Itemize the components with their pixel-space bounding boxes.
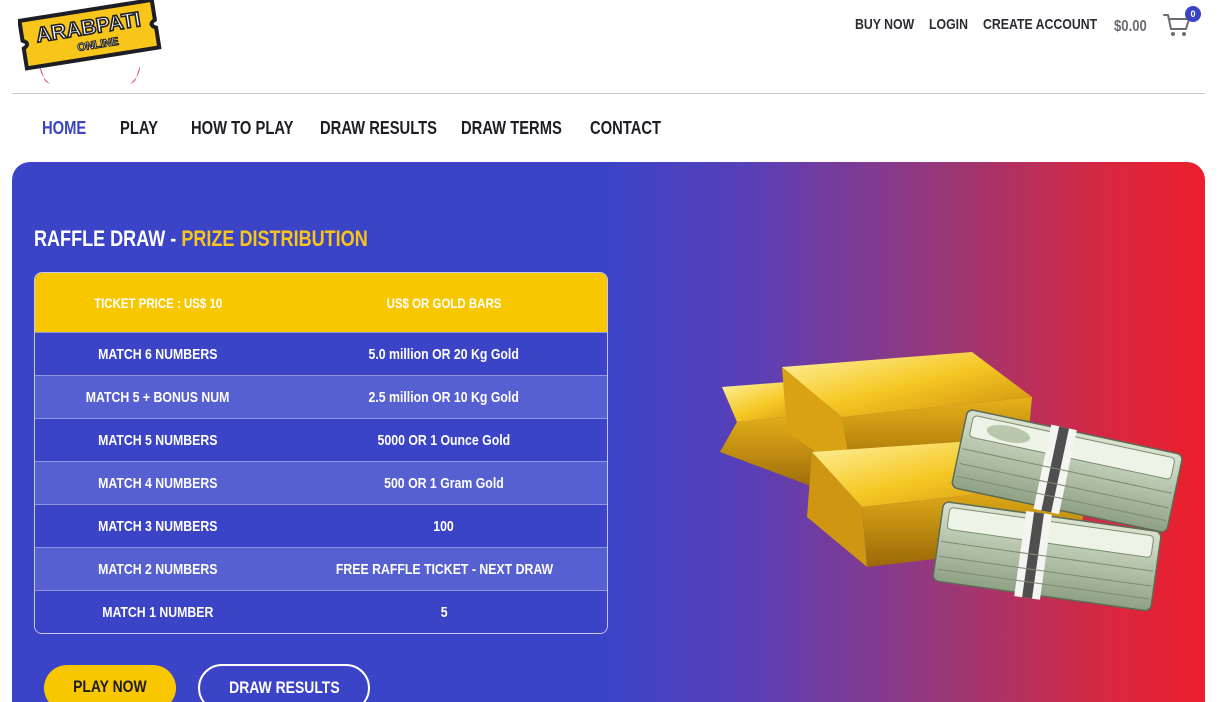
table-header-cell: TICKET PRICE : US$ 10: [93, 294, 223, 311]
table-row: MATCH 4 NUMBERS 500 OR 1 Gram Gold: [35, 461, 607, 504]
table-header-row: TICKET PRICE : US$ 10 US$ OR GOLD BARS: [35, 273, 607, 332]
hero-banner: RAFFLE DRAW - PRIZE DISTRIBUTION TICKET …: [12, 162, 1205, 702]
table-cell-prize: 100: [433, 517, 455, 535]
draw-results-label: DRAW RESULTS: [228, 678, 340, 697]
nav-play-label: PLAY: [120, 118, 159, 138]
table-row: MATCH 1 NUMBER 5: [35, 590, 607, 633]
main-nav: HOME PLAY HOW TO PLAY DRAW RESULTS DRAW …: [0, 118, 1220, 142]
top-nav: BUY NOW LOGIN CREATE ACCOUNT: [0, 16, 1220, 38]
nav-contact-label: CONTACT: [590, 118, 662, 138]
gold-bars-and-cash-illustration: [720, 352, 1183, 612]
nav-home-label: HOME: [42, 118, 87, 138]
header-divider: [12, 93, 1205, 94]
login-link[interactable]: LOGIN: [929, 16, 977, 33]
hero-title: RAFFLE DRAW - PRIZE DISTRIBUTION: [34, 226, 441, 252]
table-cell-match: MATCH 5 + BONUS NUM: [86, 388, 230, 406]
nav-draw-terms[interactable]: DRAW TERMS: [461, 118, 584, 139]
table-cell-prize: 5000 OR 1 Ounce Gold: [377, 431, 511, 449]
buy-now-label: BUY NOW: [855, 16, 915, 33]
cart-count-badge: 0: [1185, 6, 1201, 22]
hero-title-prefix: RAFFLE DRAW -: [34, 226, 182, 251]
table-cell-match: MATCH 1 NUMBER: [102, 603, 214, 621]
table-row: MATCH 5 + BONUS NUM 2.5 million OR 10 Kg…: [35, 375, 607, 418]
nav-home[interactable]: HOME: [42, 118, 96, 139]
nav-draw-terms-label: DRAW TERMS: [461, 118, 562, 138]
table-row: MATCH 5 NUMBERS 5000 OR 1 Ounce Gold: [35, 418, 607, 461]
nav-how-to-play-label: HOW TO PLAY: [191, 118, 294, 138]
login-label: LOGIN: [929, 16, 968, 33]
prize-distribution-table: TICKET PRICE : US$ 10 US$ OR GOLD BARS M…: [34, 272, 608, 634]
nav-play[interactable]: PLAY: [120, 118, 166, 139]
table-cell-match: MATCH 5 NUMBERS: [98, 431, 218, 449]
cart-total[interactable]: $0.00: [1114, 18, 1154, 36]
draw-results-button[interactable]: DRAW RESULTS: [198, 664, 370, 702]
table-cell-prize: 500 OR 1 Gram Gold: [384, 474, 504, 492]
table-row: MATCH 6 NUMBERS 5.0 million OR 20 Kg Gol…: [35, 332, 607, 375]
table-row: MATCH 2 NUMBERS FREE RAFFLE TICKET - NEX…: [35, 547, 607, 590]
hero-title-highlight: PRIZE DISTRIBUTION: [181, 226, 368, 251]
create-account-label: CREATE ACCOUNT: [983, 16, 1098, 33]
buy-now-link[interactable]: BUY NOW: [855, 16, 927, 33]
nav-contact[interactable]: CONTACT: [590, 118, 677, 139]
nav-draw-results[interactable]: DRAW RESULTS: [320, 118, 463, 139]
play-now-label: PLAY NOW: [73, 677, 147, 696]
table-row: MATCH 3 NUMBERS 100: [35, 504, 607, 547]
table-cell-prize: 5: [440, 603, 448, 621]
table-cell-match: MATCH 2 NUMBERS: [98, 560, 218, 578]
table-cell-prize: 5.0 million OR 20 Kg Gold: [368, 345, 520, 363]
table-cell-prize: 2.5 million OR 10 Kg Gold: [368, 388, 520, 406]
table-header-cell: US$ OR GOLD BARS: [386, 294, 502, 311]
nav-draw-results-label: DRAW RESULTS: [320, 118, 437, 138]
arabpati-logo[interactable]: ARABPATI ONLINE: [18, 0, 163, 84]
nav-how-to-play[interactable]: HOW TO PLAY: [191, 118, 316, 139]
cart-total-label: $0.00: [1114, 18, 1147, 35]
create-account-link[interactable]: CREATE ACCOUNT: [983, 16, 1122, 33]
table-cell-match: MATCH 3 NUMBERS: [98, 517, 218, 535]
play-now-button[interactable]: PLAY NOW: [44, 665, 176, 702]
table-cell-match: MATCH 6 NUMBERS: [98, 345, 218, 363]
table-cell-match: MATCH 4 NUMBERS: [98, 474, 218, 492]
table-cell-prize: FREE RAFFLE TICKET - NEXT DRAW: [335, 560, 553, 578]
